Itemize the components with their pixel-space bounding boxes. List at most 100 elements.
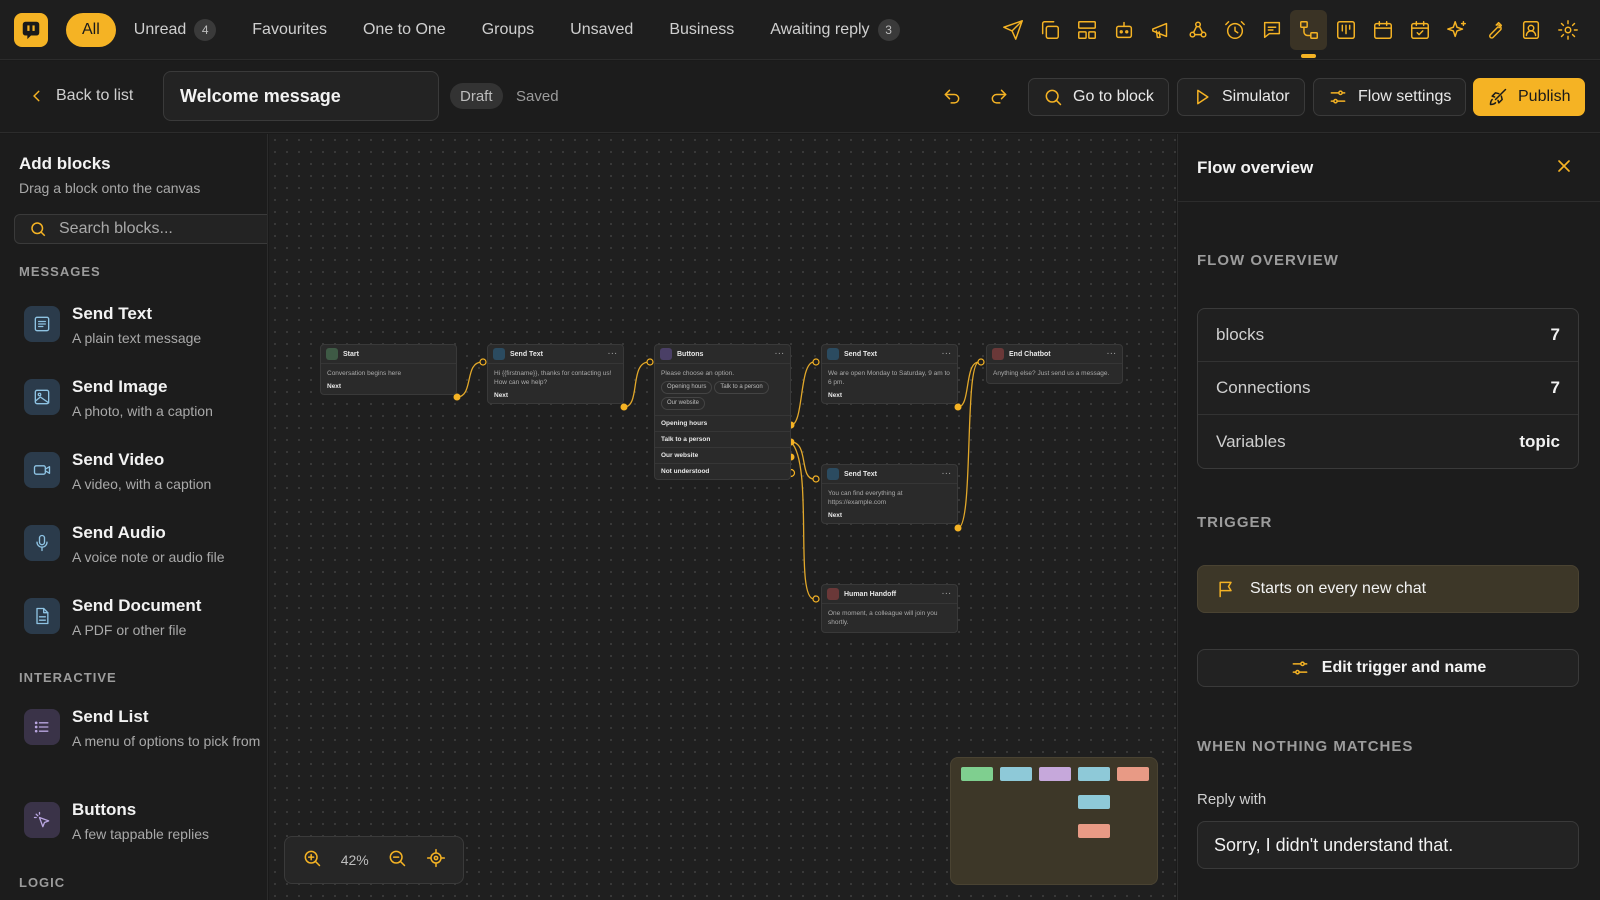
node-start[interactable]: Start Conversation begins here Next [320, 344, 457, 395]
go-to-block-button[interactable]: Go to block [1028, 78, 1169, 116]
node-send-text-1[interactable]: Send Text ··· Hi {{firstname}}, thanks fo… [487, 344, 624, 404]
edit-trigger-button[interactable]: Edit trigger and name [1197, 649, 1579, 687]
contact-icon[interactable] [1512, 10, 1549, 50]
node-end-chatbot[interactable]: End Chatbot ··· Anything else? Just send … [986, 344, 1123, 384]
publish-button[interactable]: Publish [1473, 78, 1586, 116]
panel-header: Flow overview [1178, 134, 1600, 202]
send-icon[interactable] [994, 10, 1031, 50]
node-send-text-2[interactable]: Send Text ··· We are open Monday to Satur… [821, 344, 958, 404]
node-send-text-3[interactable]: Send Text ··· You can find everything at … [821, 464, 958, 524]
port-dot[interactable] [954, 403, 962, 411]
message-icon[interactable] [1253, 10, 1290, 50]
flow-name-input[interactable]: Welcome message [163, 71, 439, 121]
tab-groups[interactable]: Groups [464, 13, 552, 47]
recenter-icon[interactable] [426, 848, 446, 873]
more-icon[interactable]: ··· [942, 471, 952, 478]
more-icon[interactable]: ··· [608, 351, 618, 358]
input-port[interactable] [812, 475, 820, 483]
webhook-icon[interactable] [1179, 10, 1216, 50]
clock-icon[interactable] [1216, 10, 1253, 50]
calendar-check-icon[interactable] [1401, 10, 1438, 50]
flow-icon[interactable] [1290, 10, 1327, 58]
block-description: A PDF or other file [72, 622, 187, 638]
mic-icon [24, 525, 60, 561]
connection-start-text [456, 361, 483, 398]
input-port[interactable] [646, 358, 654, 366]
copy-icon[interactable] [1031, 10, 1068, 50]
zoom-in-icon[interactable] [302, 848, 322, 873]
node-header: Buttons ··· [655, 345, 790, 364]
sliders-icon [1292, 661, 1308, 675]
connection-text3-end [957, 361, 980, 529]
connection-handoff [790, 441, 815, 600]
calendar-icon[interactable] [1364, 10, 1401, 50]
back-to-list-button[interactable]: Back to list [30, 87, 133, 105]
app-logo[interactable] [14, 12, 48, 47]
port-dot[interactable] [620, 403, 628, 411]
flow-canvas[interactable]: Start Conversation begins here Next Send… [269, 134, 1176, 900]
input-port[interactable] [479, 358, 487, 366]
flow-settings-button[interactable]: Flow settings [1313, 78, 1467, 116]
fallback-reply-input[interactable]: Sorry, I didn't understand that. [1197, 821, 1579, 869]
button-label: Edit trigger and name [1321, 659, 1487, 676]
minimap-node [1078, 767, 1110, 781]
bot-icon[interactable] [1105, 10, 1142, 50]
layout-icon[interactable] [1068, 10, 1105, 50]
tab-awaiting-reply[interactable]: Awaiting reply 3 [752, 13, 917, 47]
block-send-text[interactable]: Send Text A plain text message [24, 304, 264, 348]
node-title: End Chatbot [1009, 350, 1051, 358]
stat-label: Variables [1216, 431, 1286, 451]
more-icon[interactable]: ··· [942, 351, 952, 358]
tab-unsaved[interactable]: Unsaved [552, 13, 651, 47]
node-title: Human Handoff [844, 590, 897, 598]
trigger-heading: TRIGGER [1197, 514, 1273, 531]
node-title: Send Text [510, 350, 543, 358]
simulator-button[interactable]: Simulator [1177, 78, 1305, 116]
input-port[interactable] [977, 358, 985, 366]
megaphone-icon[interactable] [1142, 10, 1179, 50]
node-header: Send Text ··· [822, 345, 957, 364]
close-icon[interactable] [1554, 156, 1574, 176]
tab-favourites[interactable]: Favourites [234, 13, 345, 47]
block-send-audio[interactable]: Send Audio A voice note or audio file [24, 523, 264, 567]
redo-icon[interactable] [989, 87, 1009, 107]
node-title: Start [343, 350, 359, 358]
flow-editor-header: Back to list Welcome message Draft Saved… [0, 61, 1600, 133]
tab-all[interactable]: All [66, 12, 116, 47]
port-dot[interactable] [954, 524, 962, 532]
block-name: Send Text [72, 304, 152, 323]
tab-business[interactable]: Business [651, 13, 752, 47]
tab-one-to-one[interactable]: One to One [345, 13, 464, 47]
block-buttons[interactable]: Buttons A few tappable replies [24, 800, 264, 844]
search-blocks-input[interactable]: Search blocks... [14, 214, 267, 244]
flag-icon [326, 348, 338, 360]
minimap[interactable] [950, 757, 1158, 885]
tab-unread[interactable]: Unread 4 [116, 13, 234, 47]
status-badge: Draft [450, 83, 503, 109]
block-send-list[interactable]: Send List A menu of options to pick from [24, 707, 264, 751]
more-icon[interactable]: ··· [775, 351, 785, 358]
kanban-icon[interactable] [1327, 10, 1364, 50]
panel-title: Flow overview [1197, 158, 1314, 177]
node-buttons[interactable]: Buttons ··· Please choose an option. Open… [654, 344, 791, 480]
block-send-video[interactable]: Send Video A video, with a caption [24, 450, 264, 494]
connection-text2-end [957, 361, 980, 408]
wrench-icon[interactable] [1475, 10, 1512, 50]
sparkles-icon[interactable] [1438, 10, 1475, 50]
more-icon[interactable]: ··· [942, 591, 952, 598]
block-description: A voice note or audio file [72, 549, 225, 565]
trigger-card[interactable]: Starts on every new chat [1197, 565, 1579, 613]
back-label: Back to list [56, 87, 134, 104]
node-human-handoff[interactable]: Human Handoff ··· One moment, a colleague… [821, 584, 958, 633]
input-port[interactable] [812, 358, 820, 366]
more-icon[interactable]: ··· [1107, 351, 1117, 358]
block-send-image[interactable]: Send Image A photo, with a caption [24, 377, 264, 421]
node-header: Send Text ··· [488, 345, 623, 364]
undo-icon[interactable] [942, 87, 962, 107]
block-name: Send Image [72, 377, 168, 396]
block-description: A photo, with a caption [72, 403, 213, 419]
gear-icon[interactable] [1549, 10, 1586, 50]
input-port[interactable] [812, 595, 820, 603]
zoom-out-icon[interactable] [387, 848, 407, 873]
block-send-document[interactable]: Send Document A PDF or other file [24, 596, 264, 640]
